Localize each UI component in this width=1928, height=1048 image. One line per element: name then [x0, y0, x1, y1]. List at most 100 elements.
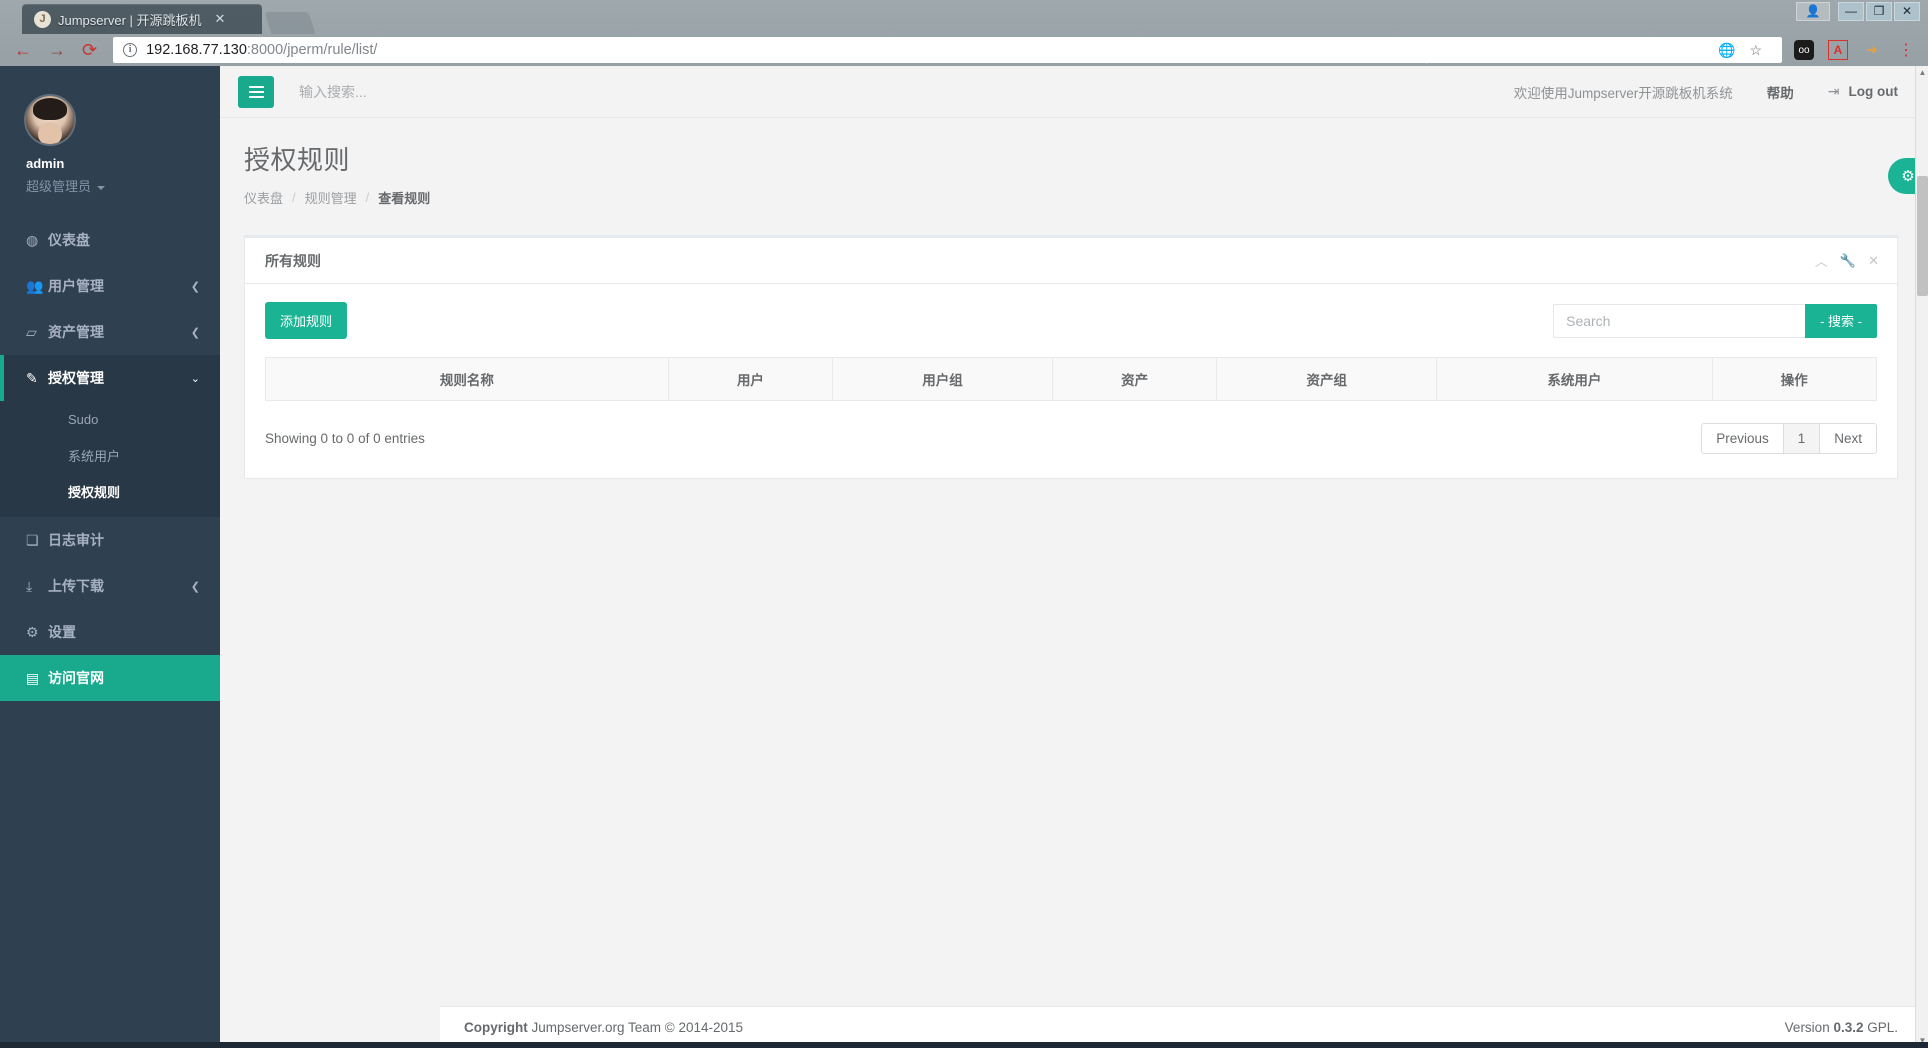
search-button[interactable]: - 搜索 -: [1805, 303, 1877, 338]
logout-icon: ⇥: [1827, 83, 1840, 99]
table-header-row: 规则名称 用户 用户组 资产 资产组 系统用户 操作: [265, 357, 1878, 401]
avatar: [26, 96, 74, 144]
site-info-icon[interactable]: i: [123, 43, 138, 57]
settings-icon: ⚙: [26, 623, 39, 640]
breadcrumb-item-dashboard[interactable]: 仪表盘: [244, 188, 283, 207]
pagination-next[interactable]: Next: [1819, 423, 1877, 454]
browser-tab[interactable]: J Jumpserver | 开源跳板机 ✕: [22, 4, 262, 34]
breadcrumb-item-rule-management[interactable]: 规则管理: [305, 188, 357, 207]
tab-close-icon[interactable]: ✕: [215, 11, 226, 27]
sidebar-nav: ◍ 仪表盘 👥 用户管理 ❮ ▱ 资产管理 ❮ ✎ 授权管理 ⌄ Sudo 系统…: [0, 217, 220, 701]
pagination-page-1[interactable]: 1: [1782, 423, 1821, 454]
window-minimize-button[interactable]: —: [1838, 2, 1864, 21]
sidebar-item-label: 资产管理: [48, 324, 104, 340]
column-header-asset-group[interactable]: 资产组: [1216, 357, 1438, 401]
sidebar-item-label: 授权管理: [48, 370, 104, 386]
translate-icon[interactable]: 🌐: [1718, 42, 1735, 59]
sidebar-item-dashboard[interactable]: ◍ 仪表盘: [0, 217, 220, 263]
sidebar-subnav: Sudo 系统用户 授权规则: [0, 401, 220, 517]
logout-label: Log out: [1848, 84, 1898, 99]
top-search-input[interactable]: [299, 83, 559, 100]
sidebar-item-label: 上传下载: [48, 578, 104, 594]
content-area: 欢迎使用Jumpserver开源跳板机系统 帮助 ⇥ Log out 授权规则 …: [220, 66, 1928, 1048]
column-header-user-group[interactable]: 用户组: [832, 357, 1053, 401]
back-icon[interactable]: ←: [14, 41, 32, 59]
browser-profile-button[interactable]: 👤: [1796, 2, 1830, 21]
panel-search: - 搜索 -: [1553, 303, 1877, 338]
panel-toolbar: 添加规则 - 搜索 -: [265, 302, 1877, 339]
help-link[interactable]: 帮助: [1767, 82, 1794, 102]
sidebar-item-audit[interactable]: ❏ 日志审计: [0, 517, 220, 563]
new-tab-button[interactable]: [264, 12, 316, 34]
tab-title: Jumpserver | 开源跳板机: [58, 12, 202, 28]
wrench-icon[interactable]: 🔧: [1840, 253, 1856, 269]
url-text: 192.168.77.130:8000/jperm/rule/list/: [146, 42, 378, 58]
assets-icon: ▱: [26, 323, 37, 340]
browser-tabstrip: J Jumpserver | 开源跳板机 ✕: [22, 4, 316, 34]
column-header-user[interactable]: 用户: [667, 357, 834, 401]
arrow-extension-icon[interactable]: ➔: [1862, 40, 1882, 60]
chevron-down-icon: ⌄: [190, 372, 200, 385]
scroll-up-icon[interactable]: ▲: [1916, 66, 1928, 80]
menu-icon[interactable]: ⋮: [1896, 40, 1916, 60]
menu-toggle-button[interactable]: [238, 75, 274, 108]
users-icon: 👥: [26, 277, 44, 294]
sidebar-profile[interactable]: admin 超级管理员: [0, 66, 220, 217]
breadcrumb-item-current: 查看规则: [378, 191, 431, 206]
chevron-up-icon[interactable]: ︿: [1815, 251, 1828, 270]
sidebar-item-permissions[interactable]: ✎ 授权管理 ⌄: [0, 355, 220, 401]
column-header-system-user[interactable]: 系统用户: [1436, 357, 1713, 401]
pdf-extension-icon[interactable]: A: [1828, 40, 1848, 60]
sidebar-item-upload-download[interactable]: ⤓ 上传下载 ❮: [0, 563, 220, 609]
window-restore-button[interactable]: ❐: [1866, 2, 1892, 21]
page-header: 授权规则 仪表盘 / 规则管理 / 查看规则: [220, 118, 1928, 223]
close-icon[interactable]: ✕: [1868, 253, 1879, 269]
sidebar-item-users[interactable]: 👥 用户管理 ❮: [0, 263, 220, 309]
pagination: Previous 1 Next: [1701, 423, 1877, 454]
sidebar-subitem-sudo[interactable]: Sudo: [0, 401, 220, 437]
sidebar-item-label: 日志审计: [48, 532, 104, 548]
profile-role[interactable]: 超级管理员: [26, 176, 220, 195]
page-scrollbar[interactable]: ▲ ▼: [1915, 66, 1928, 1048]
sidebar-subitem-label: 系统用户: [68, 448, 121, 464]
browser-extensions: oo A ➔ ⋮: [1782, 40, 1928, 60]
column-header-actions[interactable]: 操作: [1711, 357, 1878, 401]
sidebar-subitem-rules[interactable]: 授权规则: [0, 473, 220, 509]
version-prefix: Version: [1784, 1020, 1834, 1035]
top-navbar: 欢迎使用Jumpserver开源跳板机系统 帮助 ⇥ Log out: [220, 66, 1928, 118]
gears-icon: ⚙: [1901, 168, 1915, 185]
scrollbar-thumb[interactable]: [1917, 176, 1928, 296]
chevron-left-icon: ❮: [190, 326, 200, 339]
hamburger-icon: [248, 90, 264, 93]
sidebar-item-settings[interactable]: ⚙ 设置: [0, 609, 220, 655]
logout-button[interactable]: ⇥ Log out: [1828, 83, 1898, 100]
website-icon: ▤: [26, 669, 40, 686]
bookmark-star-icon[interactable]: ☆: [1749, 42, 1762, 59]
rules-panel: 所有规则 ︿ 🔧 ✕ 添加规则 - 搜索 -: [244, 235, 1898, 479]
browser-address-bar: ← → ⟳ i 192.168.77.130:8000/jperm/rule/l…: [0, 34, 1928, 66]
chevron-left-icon: ❮: [190, 280, 200, 293]
version-suffix: GPL.: [1863, 1020, 1898, 1035]
goo-extension-icon[interactable]: oo: [1794, 40, 1814, 60]
window-close-button[interactable]: ✕: [1894, 2, 1920, 21]
search-input[interactable]: [1553, 303, 1806, 338]
panel-title: 所有规则: [265, 252, 321, 269]
pagination-previous[interactable]: Previous: [1701, 423, 1784, 454]
copyright-text: Copyright Jumpserver.org Team © 2014-201…: [464, 1020, 743, 1035]
url-bar[interactable]: i 192.168.77.130:8000/jperm/rule/list/ 🌐…: [113, 37, 1782, 63]
column-header-asset[interactable]: 资产: [1051, 357, 1218, 401]
sidebar-item-website[interactable]: ▤ 访问官网: [0, 655, 220, 701]
profile-name: admin: [26, 156, 65, 171]
copyright-body: Jumpserver.org Team © 2014-2015: [527, 1020, 744, 1035]
column-header-rule-name[interactable]: 规则名称: [265, 357, 669, 401]
sidebar-subitem-label: 授权规则: [68, 484, 121, 500]
forward-icon[interactable]: →: [48, 41, 66, 59]
copyright-label: Copyright: [464, 1020, 528, 1035]
sidebar: admin 超级管理员 ◍ 仪表盘 👥 用户管理 ❮ ▱ 资产管理 ❮ ✎ 授权…: [0, 66, 220, 1048]
reload-icon[interactable]: ⟳: [82, 41, 97, 59]
chevron-down-icon: [97, 185, 106, 190]
sidebar-subitem-system-users[interactable]: 系统用户: [0, 437, 220, 473]
sidebar-item-assets[interactable]: ▱ 资产管理 ❮: [0, 309, 220, 355]
add-rule-button[interactable]: 添加规则: [265, 302, 348, 339]
taskbar: [0, 1042, 1928, 1048]
